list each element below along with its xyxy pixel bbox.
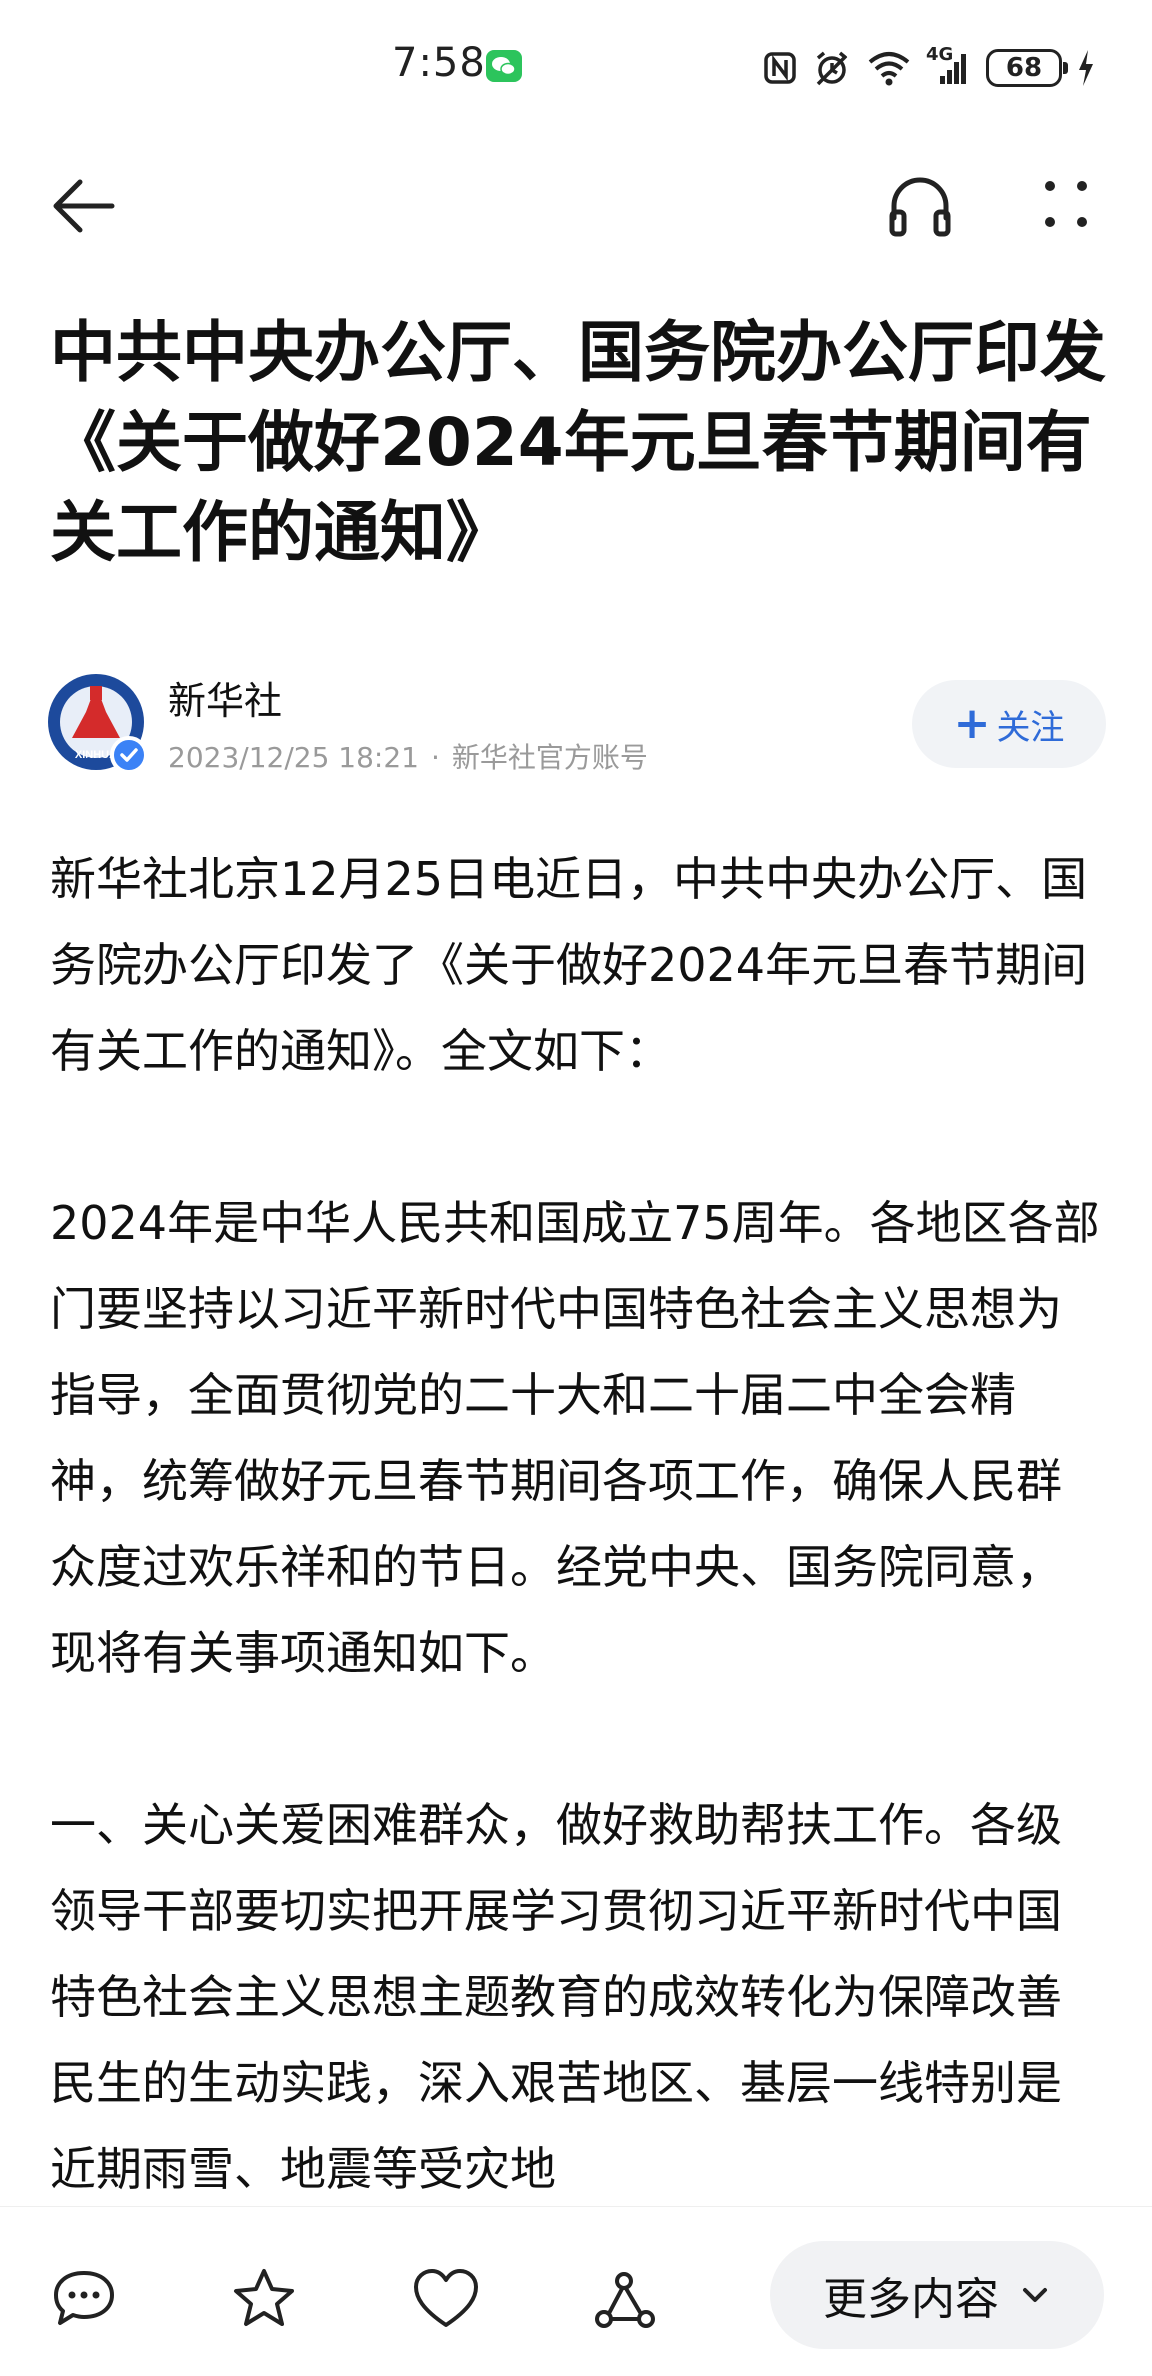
comment-icon (54, 2271, 114, 2325)
headphones-icon (889, 177, 951, 237)
follow-button[interactable]: + 关注 (912, 680, 1106, 768)
battery-icon: 68 (986, 49, 1068, 87)
status-bar: 7:58 4G 68 (0, 0, 1152, 130)
status-time: 7:58 (392, 40, 486, 86)
bottom-action-bar: 更多内容 (0, 2206, 1152, 2376)
heart-icon (414, 2269, 478, 2327)
chevron-down-icon (1023, 2288, 1047, 2302)
charging-icon (1079, 50, 1093, 86)
listen-button[interactable] (882, 168, 958, 244)
back-button[interactable] (46, 168, 122, 244)
more-dots-icon (1045, 181, 1087, 227)
publish-date: 2023/12/25 18:21 (168, 741, 419, 774)
nfc-icon (764, 52, 796, 84)
account-type: 新华社官方账号 (451, 741, 648, 774)
author-name[interactable]: 新华社 (168, 670, 282, 725)
share-button[interactable] (590, 2265, 658, 2333)
plus-icon: + (953, 698, 991, 749)
battery-level: 68 (1005, 53, 1043, 83)
status-icons: 4G 68 (762, 44, 1096, 92)
wifi-icon (868, 52, 910, 86)
article-title: 中共中央办公厅、国务院办公厅印发《关于做好2024年元旦春节期间有关工作的通知》 (50, 314, 1106, 571)
follow-label: 关注 (996, 707, 1065, 748)
signal-icon: 4G (926, 44, 972, 88)
article-paragraph: 新华社北京12月25日电近日，中共中央办公厅、国务院办公厅印发了《关于做好202… (50, 852, 1088, 1078)
comment-button[interactable] (50, 2265, 118, 2333)
star-icon (234, 2269, 294, 2326)
article-body: 新华社北京12月25日电近日，中共中央办公厅、国务院办公厅印发了《关于做好202… (50, 836, 1102, 2196)
favorite-button[interactable] (230, 2265, 298, 2333)
share-icon (595, 2272, 655, 2328)
alarm-icon (816, 51, 848, 86)
more-options-button[interactable] (1028, 168, 1104, 244)
article-paragraph: 2024年是中华人民共和国成立75周年。各地区各部门要坚持以习近平新时代中国特色… (50, 1196, 1100, 1680)
author-meta: 2023/12/25 18:21 · 新华社官方账号 (168, 736, 648, 776)
back-arrow-icon (53, 179, 115, 233)
article-paragraph: 一、关心关爱困难群众，做好救助帮扶工作。各级领导干部要切实把开展学习贯彻习近平新… (50, 1798, 1062, 2196)
meta-separator: · (430, 741, 440, 774)
more-content-label: 更多内容 (823, 2274, 999, 2325)
more-content-button[interactable]: 更多内容 (770, 2241, 1104, 2349)
wechat-icon (486, 50, 522, 82)
verified-badge-icon (110, 736, 148, 774)
like-button[interactable] (412, 2265, 480, 2333)
